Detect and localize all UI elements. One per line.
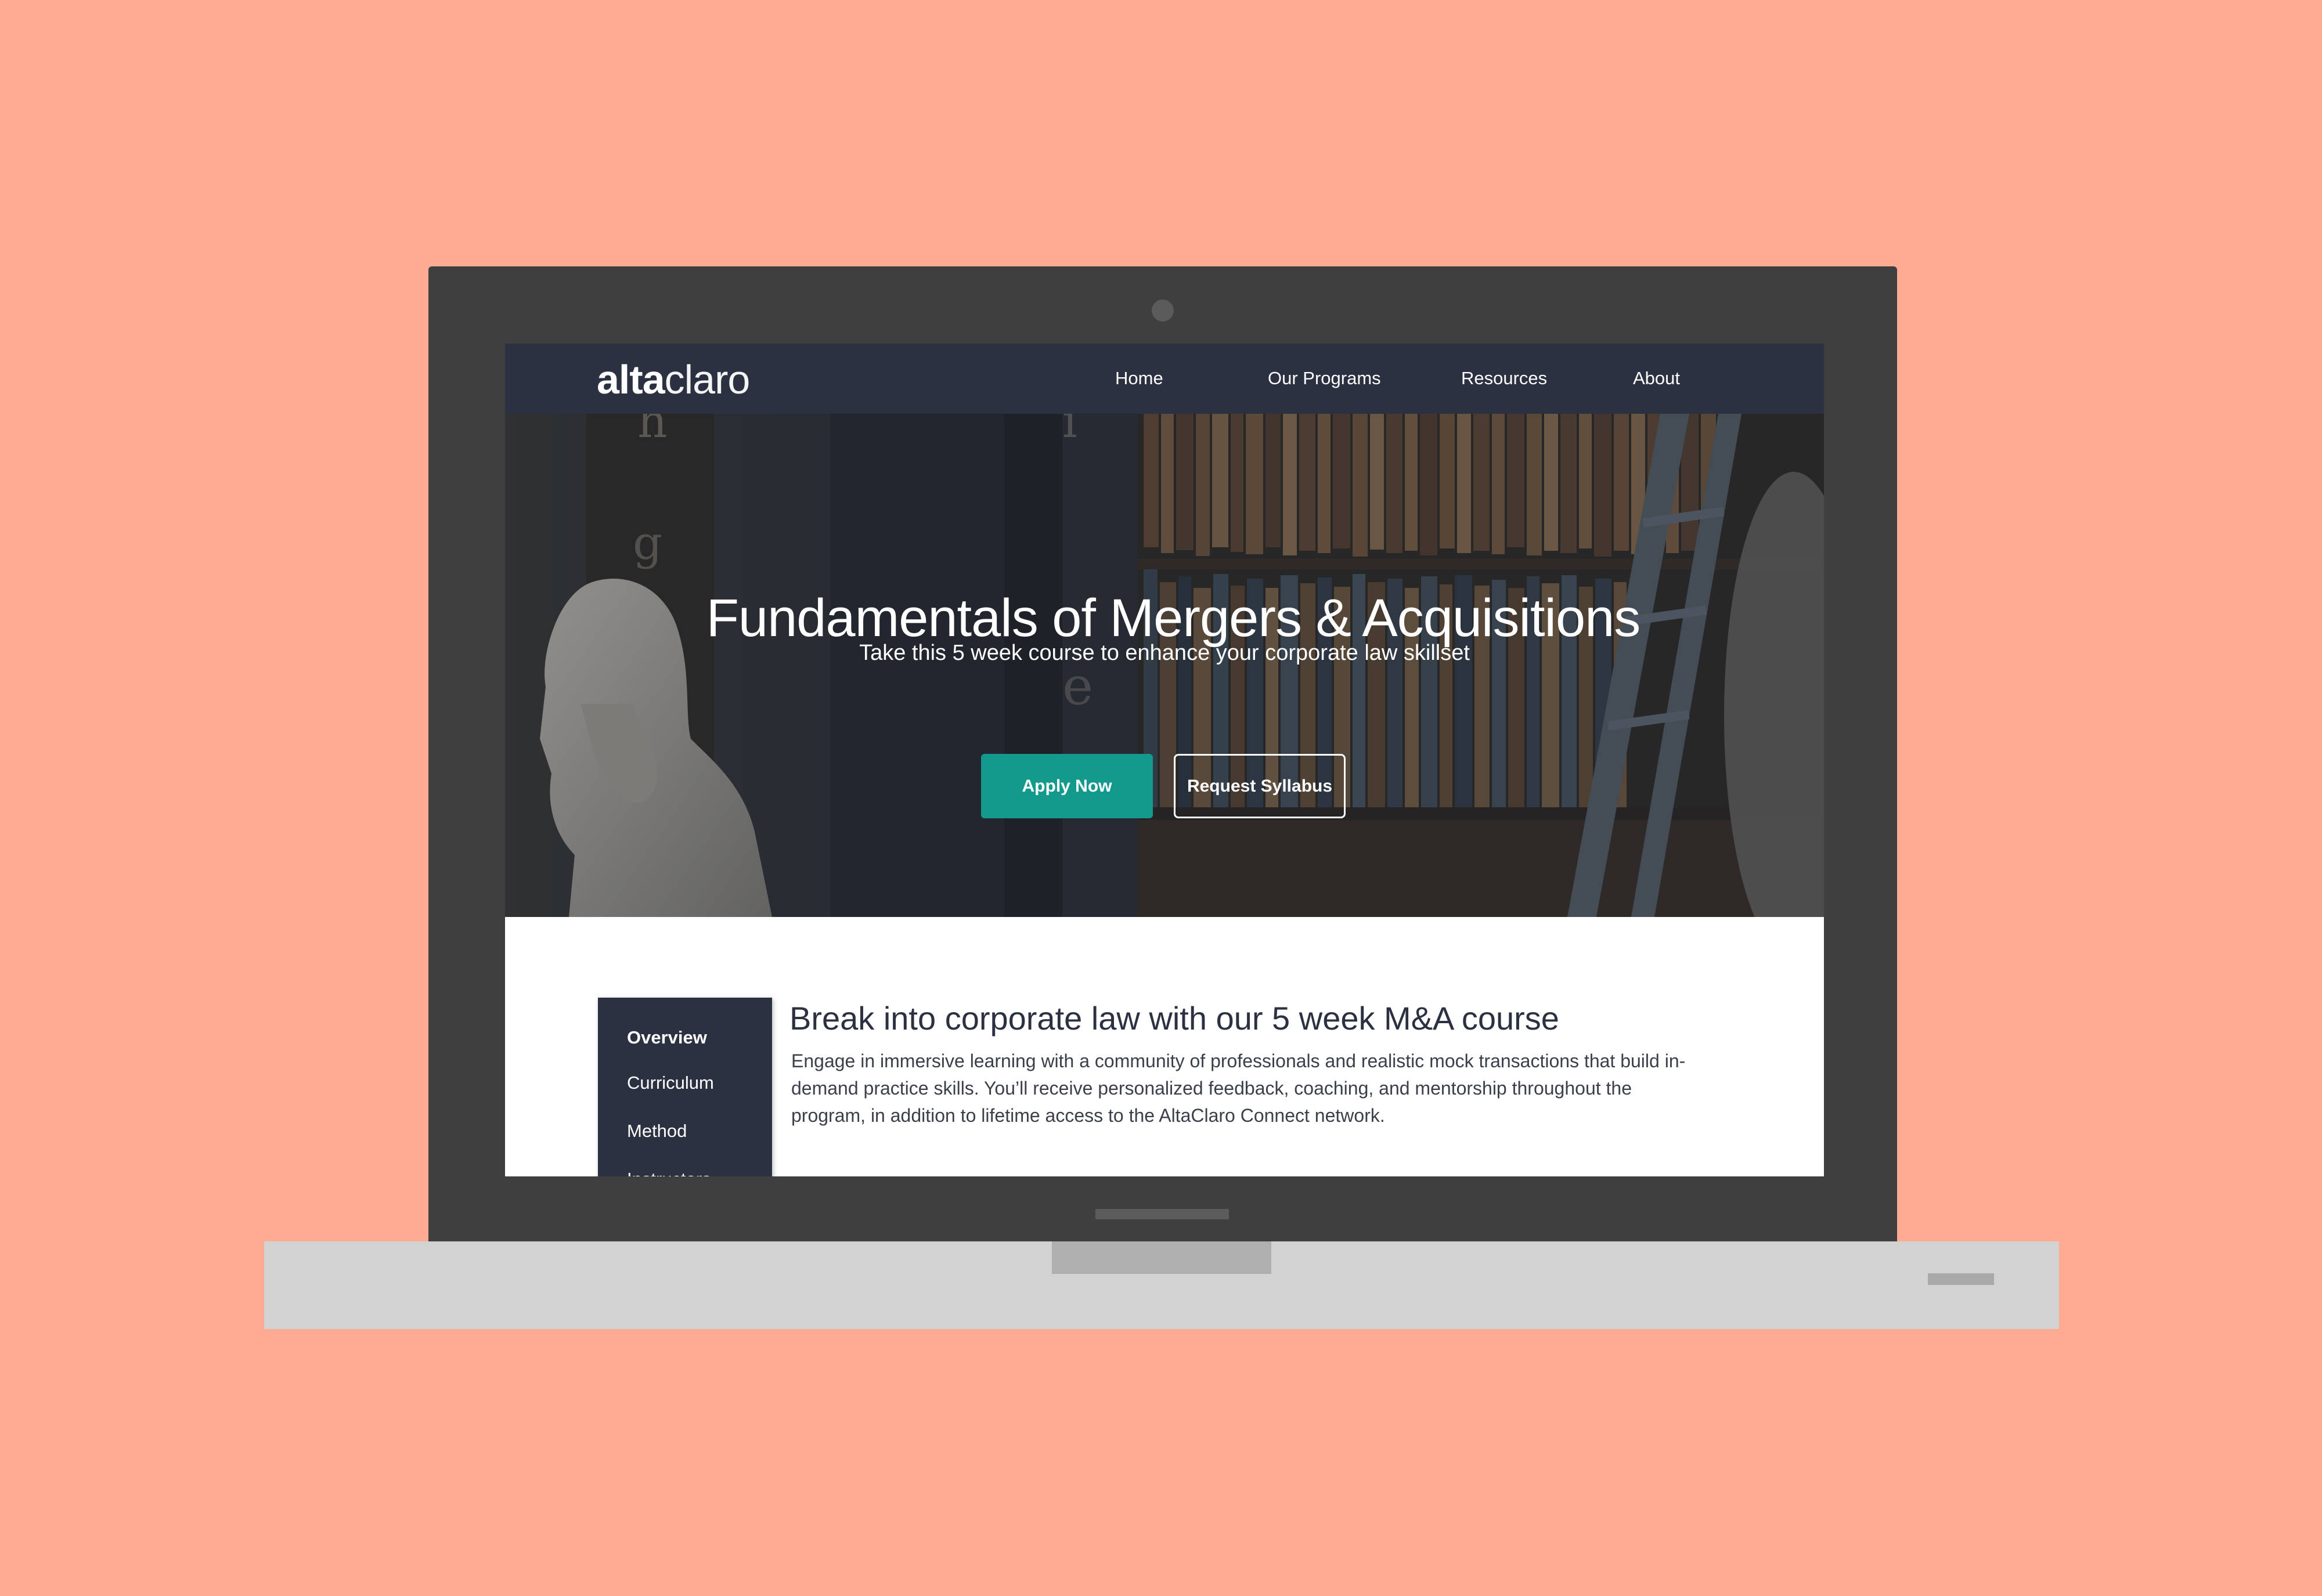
logo-claro: claro (664, 357, 751, 402)
section-side-nav: Overview Curriculum Method Instructors (598, 998, 772, 1176)
side-nav-overview[interactable]: Overview (627, 1027, 707, 1048)
nav-about[interactable]: About (1633, 364, 1680, 393)
apply-now-button[interactable]: Apply Now (981, 754, 1153, 818)
side-nav-instructors[interactable]: Instructors (627, 1169, 711, 1176)
hero-title: Fundamentals of Mergers & Acquisitions (706, 588, 1641, 648)
laptop-notch (1095, 1209, 1229, 1219)
side-nav-method[interactable]: Method (627, 1121, 687, 1142)
laptop-hinge (1052, 1241, 1271, 1274)
laptop-indicator (1928, 1273, 1994, 1285)
side-nav-curriculum[interactable]: Curriculum (627, 1073, 714, 1093)
top-navbar: altaclaro Home Our Programs Resources Ab… (505, 344, 1824, 414)
content-heading: Break into corporate law with our 5 week… (789, 1000, 1559, 1037)
request-syllabus-button[interactable]: Request Syllabus (1174, 754, 1346, 818)
webcam-icon (1152, 299, 1174, 322)
nav-home[interactable]: Home (1115, 364, 1163, 393)
nav-resources[interactable]: Resources (1461, 364, 1547, 393)
nav-our-programs[interactable]: Our Programs (1268, 364, 1381, 393)
browser-screen: altaclaro Home Our Programs Resources Ab… (505, 344, 1824, 1176)
altaclaro-logo[interactable]: altaclaro (597, 356, 751, 403)
content-body: Engage in immersive learning with a comm… (791, 1050, 1686, 1126)
hero-subtitle: Take this 5 week course to enhance your … (859, 641, 1470, 665)
logo-alta: alta (597, 357, 665, 402)
hero-banner: h g i e Fundamentals of Mergers & Acquis… (505, 414, 1824, 917)
